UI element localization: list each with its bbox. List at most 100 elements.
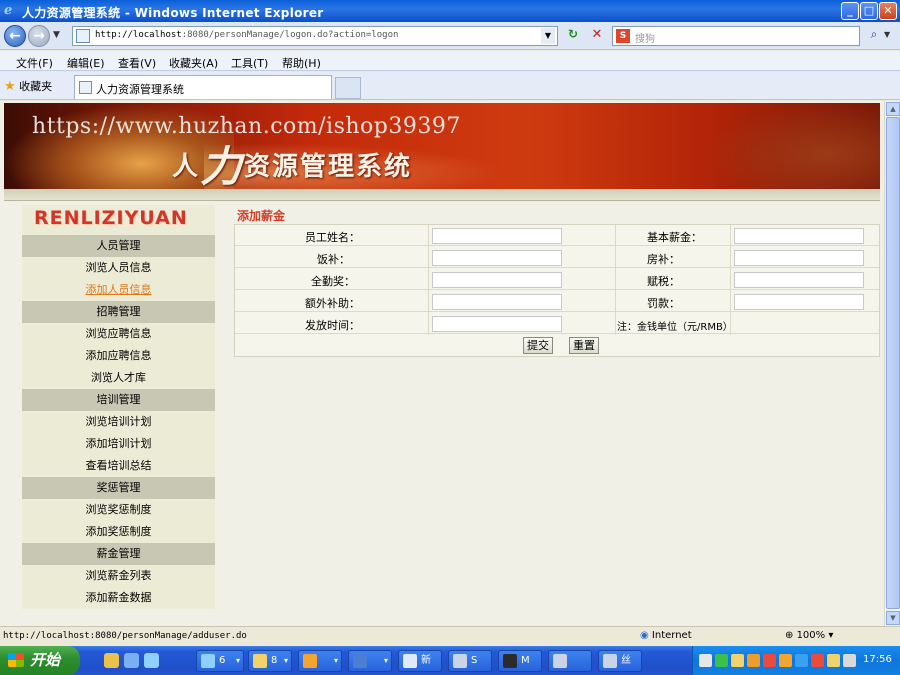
menu-file[interactable]: 文件(F) — [16, 55, 53, 71]
label-employee-name: 员工姓名： — [305, 231, 360, 244]
tax-input[interactable] — [734, 272, 864, 288]
back-button[interactable]: ← — [4, 25, 26, 47]
task-word[interactable]: ▾ — [348, 650, 392, 672]
refresh-button[interactable]: ↻ — [563, 27, 583, 45]
menu-help[interactable]: 帮助(H) — [282, 55, 321, 71]
sidebar-item-training-summary[interactable]: 查看培训总结 — [22, 455, 215, 477]
menu-view[interactable]: 查看(V) — [118, 55, 156, 71]
scrollbar-thumb[interactable] — [886, 117, 900, 609]
taskbar: 开始 6 ▾ 8 ▾ ▾ ▾ 新 S M 丝 17:56 — [0, 646, 900, 675]
extra-subsidy-input[interactable] — [432, 294, 562, 310]
fine-input[interactable] — [734, 294, 864, 310]
tray-app-icon[interactable] — [747, 654, 760, 667]
sidebar-item-add-training-plan[interactable]: 添加培训计划 — [22, 433, 215, 455]
menu-bar: 文件(F) 编辑(E) 查看(V) 收藏夹(A) 工具(T) 帮助(H) — [0, 51, 900, 71]
tray-qq-icon[interactable] — [779, 654, 792, 667]
minimize-button[interactable]: _ — [841, 2, 859, 20]
page-icon — [76, 29, 90, 43]
menu-favorites[interactable]: 收藏夹(A) — [169, 55, 218, 71]
banner-art-right — [704, 103, 880, 189]
sidebar-item-add-application[interactable]: 添加应聘信息 — [22, 345, 215, 367]
sidebar-heading-personnel: 人员管理 — [22, 235, 215, 257]
task-qq[interactable]: ▾ — [298, 650, 342, 672]
quicklaunch-media-icon[interactable] — [124, 653, 139, 668]
quicklaunch-desktop-icon[interactable] — [104, 653, 119, 668]
label-fine: 罚款： — [647, 297, 680, 310]
label-meal-allowance: 饭补： — [317, 253, 350, 266]
sidebar-item-browse-rewards[interactable]: 浏览奖惩制度 — [22, 499, 215, 521]
sidebar-heading-salary: 薪金管理 — [22, 543, 215, 565]
label-base-salary: 基本薪金： — [647, 231, 702, 244]
sidebar-heading-training: 培训管理 — [22, 389, 215, 411]
sidebar-item-browse-salary[interactable]: 浏览薪金列表 — [22, 565, 215, 587]
status-url: http://localhost:8080/personManage/addus… — [3, 631, 247, 641]
vertical-scrollbar[interactable]: ▲ ▼ — [884, 101, 900, 626]
star-icon: ★ — [4, 79, 16, 94]
attendance-bonus-input[interactable] — [432, 272, 562, 288]
stop-button[interactable]: ✕ — [587, 27, 607, 45]
housing-allowance-input[interactable] — [734, 250, 864, 266]
sogou-icon: S — [616, 29, 630, 43]
sidebar-item-talent-pool[interactable]: 浏览人才库 — [22, 367, 215, 389]
volume-icon[interactable] — [843, 654, 856, 667]
forward-button[interactable]: → — [28, 25, 50, 47]
tray-app-icon[interactable] — [827, 654, 840, 667]
address-bar[interactable]: http://localhost:8080/personManage/logon… — [72, 26, 558, 46]
tray-app-icon[interactable] — [731, 654, 744, 667]
banner-divider — [4, 189, 880, 201]
task-app[interactable] — [548, 650, 592, 672]
pay-date-input[interactable] — [432, 316, 562, 332]
task-app[interactable]: S — [448, 650, 492, 672]
meal-allowance-input[interactable] — [432, 250, 562, 266]
menu-edit[interactable]: 编辑(E) — [67, 55, 105, 71]
task-doc[interactable]: 新 — [398, 650, 442, 672]
address-dropdown-icon[interactable]: ▼ — [541, 28, 555, 44]
task-ie[interactable]: 6 ▾ — [196, 650, 244, 672]
menu-tools[interactable]: 工具(T) — [231, 55, 268, 71]
close-button[interactable]: ✕ — [879, 2, 897, 20]
window-title: 人力资源管理系统 - Windows Internet Explorer — [22, 6, 324, 20]
security-zone: ◉ Internet — [640, 630, 692, 641]
sidebar-item-add-personnel[interactable]: 添加人员信息 — [22, 279, 215, 301]
clock: 17:56 — [863, 654, 892, 665]
sidebar-item-browse-personnel[interactable]: 浏览人员信息 — [22, 257, 215, 279]
scroll-down-arrow-icon[interactable]: ▼ — [886, 611, 900, 625]
tray-app-icon[interactable] — [715, 654, 728, 667]
address-url[interactable]: http://localhost:8080/personManage/logon… — [95, 30, 535, 40]
tray-app-icon[interactable] — [811, 654, 824, 667]
sidebar-heading-rewards: 奖惩管理 — [22, 477, 215, 499]
submit-button[interactable]: 提交 — [523, 337, 553, 354]
task-terminal[interactable]: M — [498, 650, 542, 672]
sidebar-item-browse-training-plan[interactable]: 浏览培训计划 — [22, 411, 215, 433]
sidebar-item-add-rewards[interactable]: 添加奖惩制度 — [22, 521, 215, 543]
zoom-level[interactable]: ⊕ 100% ▾ — [785, 630, 833, 641]
quicklaunch-ie-icon[interactable] — [144, 653, 159, 668]
search-dropdown-icon[interactable]: ▼ — [884, 30, 890, 39]
history-dropdown-icon[interactable]: ▼ — [53, 30, 60, 40]
sidebar-item-add-salary[interactable]: 添加薪金数据 — [22, 587, 215, 609]
employee-name-input[interactable] — [432, 228, 562, 244]
search-icon[interactable]: ⌕ — [864, 27, 884, 45]
task-folder[interactable]: 8 ▾ — [248, 650, 292, 672]
scroll-up-arrow-icon[interactable]: ▲ — [886, 102, 900, 116]
label-tax: 赋税： — [647, 275, 680, 288]
new-tab-button[interactable] — [335, 77, 361, 99]
sidebar-item-browse-applications[interactable]: 浏览应聘信息 — [22, 323, 215, 345]
tray-app-icon[interactable] — [763, 654, 776, 667]
app-icon — [553, 654, 567, 668]
base-salary-input[interactable] — [734, 228, 864, 244]
search-box[interactable]: S 搜狗 — [612, 26, 860, 46]
reset-button[interactable]: 重置 — [569, 337, 599, 354]
folder-icon — [253, 654, 267, 668]
start-button[interactable]: 开始 — [0, 646, 80, 675]
terminal-icon — [503, 654, 517, 668]
tray-app-icon[interactable] — [795, 654, 808, 667]
ie-icon: ℯ — [4, 3, 13, 18]
qq-icon — [303, 654, 317, 668]
tab-active[interactable]: 人力资源管理系统 — [74, 75, 332, 99]
task-app[interactable]: 丝 — [598, 650, 642, 672]
favorites-button[interactable]: ★ 收藏夹 — [4, 78, 52, 94]
maximize-button[interactable]: □ — [860, 2, 878, 20]
header-banner: 人力资源管理系统 https://www.huzhan.com/ishop393… — [4, 103, 880, 189]
tray-app-icon[interactable] — [699, 654, 712, 667]
